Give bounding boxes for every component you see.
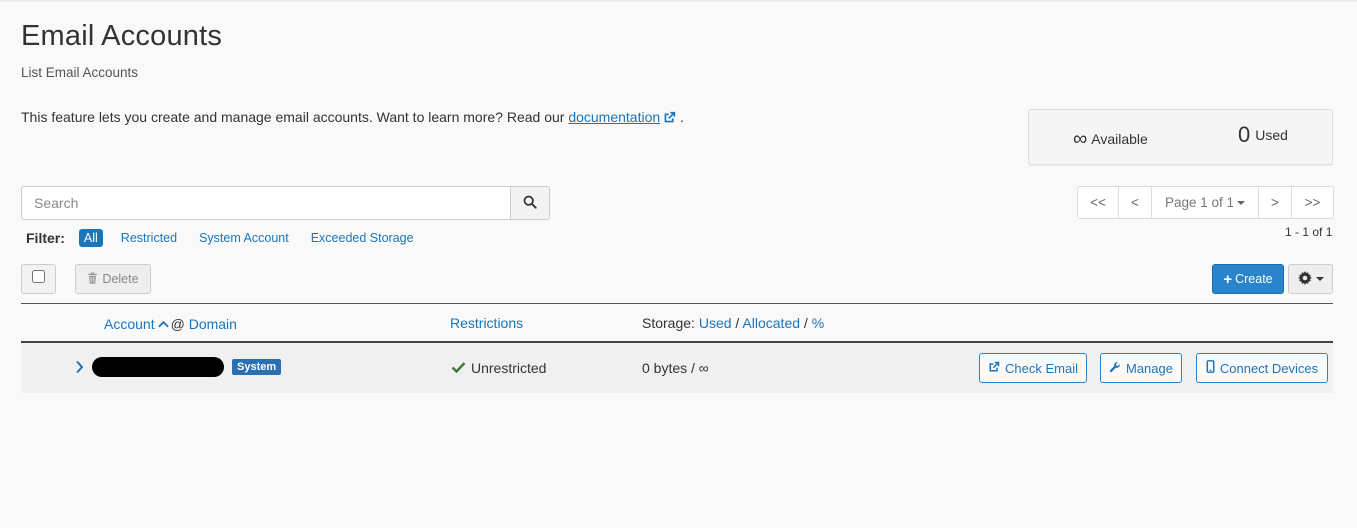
table-header: Account @ Domain Restrictions Storage: Us…	[21, 304, 1333, 341]
check-email-button[interactable]: Check Email	[979, 353, 1087, 383]
prev-page-button[interactable]: <	[1119, 187, 1152, 218]
pagination: << < Page 1 of 1 > >>	[1077, 186, 1334, 219]
manage-label: Manage	[1126, 360, 1173, 376]
filter-bar: Filter: All Restricted System Account Ex…	[26, 228, 436, 248]
delete-button[interactable]: Delete	[75, 264, 151, 294]
create-button[interactable]: + Create	[1212, 264, 1284, 294]
page-select-label: Page 1 of 1	[1164, 195, 1235, 210]
external-link-icon	[988, 361, 1005, 376]
used-label: Used	[1255, 127, 1288, 143]
sort-restrictions-header[interactable]: Restrictions	[450, 315, 523, 331]
external-link-icon	[663, 111, 676, 127]
sort-account-header[interactable]: Account	[104, 316, 155, 332]
restriction-label: Unrestricted	[471, 360, 547, 376]
filter-all[interactable]: All	[78, 229, 103, 247]
available-label: Available	[1091, 131, 1148, 147]
sort-ascending-icon	[157, 315, 169, 331]
last-page-button[interactable]: >>	[1292, 187, 1333, 218]
filter-system-account[interactable]: System Account	[199, 231, 289, 245]
settings-dropdown-button[interactable]	[1288, 264, 1333, 294]
restriction-status: Unrestricted	[451, 360, 546, 376]
intro-suffix: .	[680, 109, 684, 125]
stat-used: 0 Used	[1238, 122, 1288, 148]
search-icon	[523, 194, 537, 213]
storage-separator: /	[735, 315, 740, 331]
manage-button[interactable]: Manage	[1100, 353, 1182, 383]
infinity-symbol: ∞	[1073, 128, 1088, 150]
trash-icon	[87, 271, 102, 287]
storage-value: 0 bytes / ∞	[642, 360, 709, 376]
search-button[interactable]	[510, 186, 550, 220]
plus-icon: +	[1223, 270, 1233, 288]
page-select[interactable]: Page 1 of 1	[1152, 187, 1259, 218]
chevron-right-icon[interactable]	[75, 360, 84, 379]
next-page-button[interactable]: >	[1259, 187, 1292, 218]
first-page-button[interactable]: <<	[1078, 187, 1119, 218]
search-input[interactable]	[21, 186, 511, 220]
select-all-wrapper	[21, 264, 56, 294]
redacted-account-name	[92, 357, 224, 377]
check-email-label: Check Email	[1005, 360, 1078, 376]
page-title: Email Accounts	[21, 20, 223, 52]
account-stats-panel: ∞ Available 0 Used	[1028, 109, 1333, 165]
account-domain-header: Account @ Domain	[104, 315, 237, 332]
intro-text: This feature lets you create and manage …	[21, 109, 684, 127]
create-button-label: Create	[1235, 272, 1273, 286]
mobile-phone-icon	[1206, 360, 1220, 376]
storage-header: Storage: Used / Allocated / %	[642, 315, 824, 331]
select-all-checkbox[interactable]	[32, 270, 45, 283]
checkmark-icon	[451, 360, 471, 376]
chevron-down-icon	[1237, 200, 1246, 205]
sort-domain-header[interactable]: Domain	[189, 316, 237, 332]
system-badge: System	[232, 359, 282, 375]
delete-button-label: Delete	[102, 272, 139, 286]
wrench-icon	[1109, 361, 1126, 376]
at-separator: @	[170, 316, 185, 332]
used-count: 0	[1238, 122, 1251, 147]
gear-icon	[1297, 270, 1312, 289]
table-row: System Unrestricted 0 bytes / ∞ Check Em…	[21, 343, 1333, 393]
search-group	[21, 186, 550, 220]
stat-available: ∞ Available	[1073, 128, 1148, 151]
connect-devices-label: Connect Devices	[1219, 360, 1319, 376]
storage-separator: /	[803, 315, 808, 331]
sort-allocated-header[interactable]: Allocated	[742, 315, 800, 331]
documentation-link[interactable]: documentation	[568, 109, 660, 125]
sort-percent-header[interactable]: %	[812, 315, 824, 331]
sort-used-header[interactable]: Used	[699, 315, 732, 331]
chevron-down-icon	[1315, 277, 1324, 281]
result-count: 1 - 1 of 1	[1285, 225, 1333, 239]
connect-devices-button[interactable]: Connect Devices	[1196, 353, 1328, 383]
page-subtitle: List Email Accounts	[21, 65, 139, 80]
filter-label: Filter:	[26, 230, 65, 246]
top-border	[0, 0, 1357, 2]
storage-prefix: Storage:	[642, 315, 695, 331]
documentation-link-label: documentation	[568, 109, 661, 125]
filter-restricted[interactable]: Restricted	[121, 231, 177, 245]
filter-exceeded-storage[interactable]: Exceeded Storage	[311, 231, 414, 245]
intro-sentence: This feature lets you create and manage …	[21, 109, 565, 125]
